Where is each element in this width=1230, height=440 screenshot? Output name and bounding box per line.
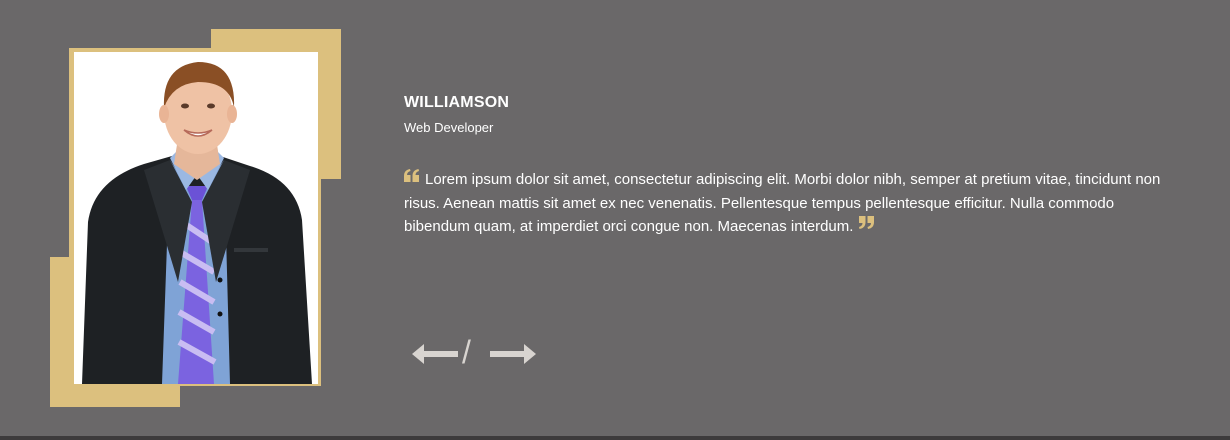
portrait-photo [74, 52, 318, 384]
arrow-right-icon [490, 344, 536, 364]
bottom-divider [0, 436, 1230, 440]
person-name: WILLIAMSON [404, 94, 510, 111]
quote-close-icon [859, 213, 875, 237]
nav-separator: / [462, 334, 471, 370]
testimonial-quote: Lorem ipsum dolor sit amet, consectetur … [404, 168, 1164, 239]
quote-text: Lorem ipsum dolor sit amet, consectetur … [404, 171, 1161, 235]
prev-button[interactable] [412, 344, 458, 364]
slider-navigation: / [412, 334, 538, 370]
testimonial-slider: WILLIAMSON Web Developer Lorem ipsum dol… [0, 0, 1230, 440]
next-button[interactable] [490, 344, 536, 364]
quote-open-icon [404, 166, 419, 190]
arrow-left-icon [412, 344, 458, 364]
testimonial-info: WILLIAMSON Web Developer [404, 94, 1164, 135]
person-role: Web Developer [404, 120, 494, 135]
